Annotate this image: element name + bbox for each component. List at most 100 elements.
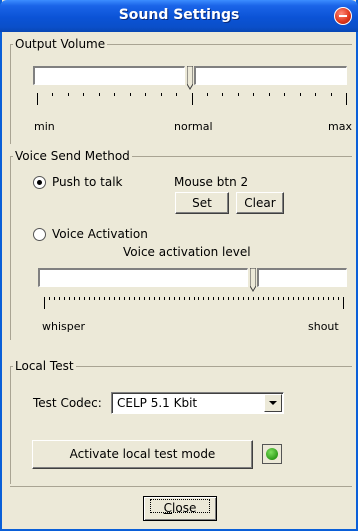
tick-minor (176, 93, 177, 96)
tick-minor (333, 297, 334, 300)
activation-level-slider-thumb[interactable] (250, 268, 256, 292)
output-volume-track-right[interactable] (194, 66, 347, 85)
tick-minor (79, 297, 80, 300)
activate-local-test-button[interactable]: Activate local test mode (32, 440, 253, 469)
tick-minor (52, 93, 53, 96)
voice-activation-radio[interactable] (33, 228, 46, 241)
tick-minor (64, 297, 65, 300)
title-bar[interactable]: Sound Settings (0, 0, 358, 32)
tick-minor (253, 297, 254, 300)
tick-minor (293, 297, 294, 300)
tick-minor (114, 93, 115, 96)
clear-hotkey-button[interactable]: Clear (236, 192, 284, 214)
tick-minor (328, 297, 329, 300)
tick-minor (222, 93, 223, 96)
sound-settings-window: Sound Settings Output Volume min normal … (0, 0, 358, 531)
tick-minor (258, 297, 259, 300)
tick-minor (278, 297, 279, 300)
tick-minor (124, 297, 125, 300)
tick-minor (154, 297, 155, 300)
activation-level-label: Voice activation level (123, 245, 251, 259)
tick-minor (49, 297, 50, 300)
tick-minor (164, 297, 165, 300)
close-window-icon[interactable] (334, 7, 352, 25)
bottom-separator (10, 486, 352, 487)
close-button-label: Close (148, 497, 212, 515)
tick-minor (284, 93, 285, 96)
min-label: min (34, 120, 55, 133)
tick-minor (338, 297, 339, 300)
close-rest: lose (172, 501, 197, 515)
voice-send-method-label: Voice Send Method (13, 149, 132, 163)
tick-minor (198, 297, 199, 300)
tick-minor (253, 93, 254, 96)
push-to-talk-radio[interactable] (33, 176, 46, 189)
tick-minor (313, 297, 314, 300)
tick-minor (189, 297, 190, 300)
activation-track-right[interactable] (257, 268, 347, 287)
tick-minor (263, 297, 264, 300)
output-volume-track-left[interactable] (33, 66, 185, 85)
tick-minor (145, 93, 146, 96)
tick-minor (248, 297, 249, 300)
push-to-talk-label[interactable]: Push to talk (52, 175, 123, 189)
tick-minor (203, 297, 204, 300)
tick-minor (99, 297, 100, 300)
test-codec-label: Test Codec: (33, 396, 102, 410)
tick-minor (315, 93, 316, 96)
tick-major (192, 93, 193, 105)
tick-minor (109, 297, 110, 300)
max-label: max (328, 120, 352, 133)
set-hotkey-button[interactable]: Set (175, 192, 229, 214)
tick-minor (129, 297, 130, 300)
tick-minor (144, 297, 145, 300)
tick-minor (194, 297, 195, 300)
tick-minor (69, 297, 70, 300)
tick-minor (288, 297, 289, 300)
tick-minor (114, 297, 115, 300)
tick-minor (59, 297, 60, 300)
tick-minor (54, 297, 55, 300)
tick-minor (139, 297, 140, 300)
chevron-down-icon[interactable] (264, 394, 282, 412)
close-button[interactable]: Close (143, 496, 217, 521)
tick-minor (283, 297, 284, 300)
tick-minor (179, 297, 180, 300)
tick-minor (213, 297, 214, 300)
test-codec-select[interactable]: CELP 5.1 Kbit (111, 392, 284, 414)
output-volume-ticks (37, 93, 347, 109)
output-volume-label: Output Volume (13, 37, 108, 51)
tick-minor (300, 93, 301, 96)
tick-minor (94, 297, 95, 300)
tick-minor (161, 93, 162, 96)
tick-minor (159, 297, 160, 300)
tick-minor (99, 93, 100, 96)
activation-track-left[interactable] (38, 268, 248, 287)
hotkey-value: Mouse btn 2 (174, 175, 249, 189)
test-codec-value: CELP 5.1 Kbit (117, 396, 198, 410)
set-button-label: Set (192, 196, 212, 210)
tick-minor (268, 297, 269, 300)
tick-minor (68, 93, 69, 96)
activate-local-test-label: Activate local test mode (69, 447, 216, 461)
activation-level-ticks (44, 297, 344, 313)
tick-minor (238, 93, 239, 96)
tick-minor (83, 93, 84, 96)
tick-minor (134, 297, 135, 300)
tick-minor (84, 297, 85, 300)
tick-minor (218, 297, 219, 300)
shout-label: shout (308, 320, 339, 333)
tick-minor (323, 297, 324, 300)
tick-major (343, 297, 344, 309)
tick-minor (184, 297, 185, 300)
window-title: Sound Settings (118, 7, 240, 23)
tick-minor (298, 297, 299, 300)
tick-minor (104, 297, 105, 300)
voice-activation-label[interactable]: Voice Activation (52, 227, 148, 241)
tick-minor (149, 297, 150, 300)
tick-minor (318, 297, 319, 300)
close-mnemonic: C (163, 501, 173, 515)
output-volume-slider-thumb[interactable] (187, 66, 193, 90)
tick-major (44, 297, 45, 309)
tick-major (37, 93, 38, 105)
